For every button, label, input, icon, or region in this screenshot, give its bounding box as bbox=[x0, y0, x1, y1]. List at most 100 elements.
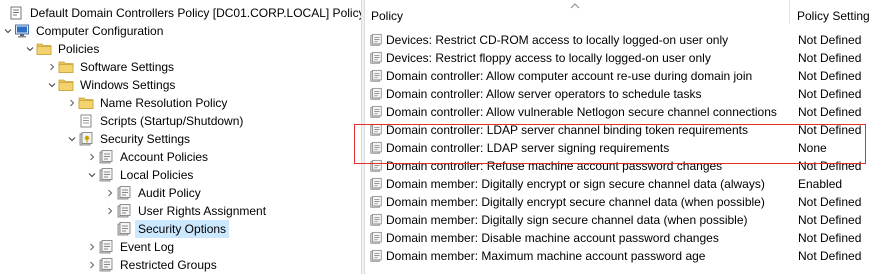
policy-row[interactable]: Domain member: Digitally encrypt or sign… bbox=[365, 175, 879, 193]
tree-item[interactable]: User Rights Assignment bbox=[104, 202, 269, 220]
folder-icon bbox=[78, 95, 94, 111]
policy-name: Domain controller: LDAP server signing r… bbox=[386, 141, 670, 155]
chevron-right-icon[interactable] bbox=[46, 58, 58, 76]
tree-item-label: Audit Policy bbox=[138, 186, 201, 200]
policy-name: Domain member: Digitally encrypt secure … bbox=[386, 195, 765, 209]
policy-name: Domain controller: Allow computer accoun… bbox=[386, 69, 753, 83]
chevron-right-icon[interactable] bbox=[104, 202, 116, 220]
policy-cell: Domain member: Digitally encrypt or sign… bbox=[369, 175, 765, 193]
policy-setting-value: Not Defined bbox=[798, 69, 862, 83]
chevron-down-icon[interactable] bbox=[86, 166, 98, 184]
policy-cell: Domain controller: Allow computer accoun… bbox=[369, 67, 752, 85]
policy-setting-value: Not Defined bbox=[798, 213, 862, 227]
policy-setting-value: Enabled bbox=[798, 177, 843, 191]
policy-setting-value: Not Defined bbox=[798, 51, 862, 65]
folder-icon bbox=[58, 59, 74, 75]
policy-cell: Domain member: Digitally encrypt secure … bbox=[369, 193, 765, 211]
policy-name: Domain member: Digitally sign secure cha… bbox=[386, 213, 748, 227]
policy-row[interactable]: Domain member: Maximum machine account p… bbox=[365, 247, 879, 265]
script-icon bbox=[78, 113, 94, 129]
tree-item-label: Restricted Groups bbox=[120, 258, 217, 272]
policy-setting-icon bbox=[369, 51, 383, 65]
policy-row[interactable]: Domain member: Disable machine account p… bbox=[365, 229, 879, 247]
folder-icon bbox=[36, 41, 52, 57]
tree-item-label: Event Log bbox=[120, 240, 175, 254]
chevron-right-icon[interactable] bbox=[86, 148, 98, 166]
policy-setting-value: Not Defined bbox=[798, 33, 862, 47]
policy-setting-icon bbox=[369, 249, 383, 263]
policy-cell: Devices: Restrict CD-ROM access to local… bbox=[369, 31, 728, 49]
chevron-down-icon[interactable] bbox=[24, 40, 36, 58]
folder-icon bbox=[58, 77, 74, 93]
tree-item[interactable]: Account Policies bbox=[86, 148, 211, 166]
tree-item[interactable]: Restricted Groups bbox=[86, 256, 220, 274]
policy-list: Policy Policy Setting Devices: Restrict … bbox=[365, 0, 879, 274]
tree-item[interactable]: Default Domain Controllers Policy [DC01.… bbox=[0, 4, 361, 22]
policy-setting-icon bbox=[369, 159, 383, 173]
tree-item-label: Computer Configuration bbox=[36, 24, 164, 38]
tree-item[interactable]: Windows Settings bbox=[46, 76, 178, 94]
chevron-right-icon[interactable] bbox=[86, 256, 98, 274]
tree-item[interactable]: Scripts (Startup/Shutdown) bbox=[66, 112, 246, 130]
tree-item-label: Default Domain Controllers Policy [DC01.… bbox=[30, 6, 361, 20]
policy-setting-icon bbox=[369, 69, 383, 83]
policy-name: Domain controller: Refuse machine accoun… bbox=[386, 159, 723, 173]
sort-ascending-icon bbox=[570, 3, 580, 9]
policy-row[interactable]: Devices: Restrict floppy access to local… bbox=[365, 49, 879, 67]
policy-setting-value: Not Defined bbox=[798, 159, 862, 173]
policy-row[interactable]: Domain controller: Allow vulnerable Netl… bbox=[365, 103, 879, 121]
policy-scroll-icon bbox=[8, 5, 24, 21]
policy-row[interactable]: Domain controller: Allow server operator… bbox=[365, 85, 879, 103]
policy-cell: Domain member: Disable machine account p… bbox=[369, 229, 719, 247]
tree-item[interactable]: Event Log bbox=[86, 238, 177, 256]
policy-setting-icon bbox=[369, 213, 383, 227]
policy-cell: Domain controller: LDAP server signing r… bbox=[369, 139, 669, 157]
policy-cell: Domain member: Digitally sign secure cha… bbox=[369, 211, 748, 229]
policy-row[interactable]: Domain controller: Allow computer accoun… bbox=[365, 67, 879, 85]
policy-row[interactable]: Domain controller: LDAP server signing r… bbox=[365, 139, 879, 157]
policy-name: Domain controller: LDAP server channel b… bbox=[386, 123, 748, 137]
chevron-down-icon[interactable] bbox=[66, 130, 78, 148]
policy-row[interactable]: Domain member: Digitally sign secure cha… bbox=[365, 211, 879, 229]
column-header-policy[interactable]: Policy bbox=[365, 0, 790, 24]
policy-name: Domain member: Digitally encrypt or sign… bbox=[386, 177, 765, 191]
chevron-down-icon[interactable] bbox=[46, 76, 58, 94]
policy-cell: Domain controller: Refuse machine accoun… bbox=[369, 157, 722, 175]
tree-item[interactable]: Policies bbox=[24, 40, 102, 58]
policy-name: Devices: Restrict CD-ROM access to local… bbox=[386, 33, 729, 47]
chevron-down-icon[interactable] bbox=[2, 22, 14, 40]
tree-item[interactable]: Name Resolution Policy bbox=[66, 94, 230, 112]
tree-item-label: Account Policies bbox=[120, 150, 209, 164]
tree-item[interactable]: Security Options bbox=[104, 220, 230, 238]
policy-row[interactable]: Domain controller: Refuse machine accoun… bbox=[365, 157, 879, 175]
policy-cell: Devices: Restrict floppy access to local… bbox=[369, 49, 711, 67]
policy-row[interactable]: Domain member: Digitally encrypt secure … bbox=[365, 193, 879, 211]
policy-folder-icon bbox=[98, 257, 114, 273]
chevron-right-icon[interactable] bbox=[86, 238, 98, 256]
chevron-right-icon[interactable] bbox=[66, 94, 78, 112]
policy-name: Domain controller: Allow vulnerable Netl… bbox=[386, 105, 777, 119]
policy-cell: Domain controller: Allow vulnerable Netl… bbox=[369, 103, 777, 121]
tree-item[interactable]: Computer Configuration bbox=[2, 22, 166, 40]
policy-row[interactable]: Devices: Restrict CD-ROM access to local… bbox=[365, 31, 879, 49]
policy-row[interactable]: Domain controller: LDAP server channel b… bbox=[365, 121, 879, 139]
tree-item[interactable]: Software Settings bbox=[46, 58, 177, 76]
column-header-setting-label: Policy Setting bbox=[797, 9, 870, 23]
tree-item-label: Policies bbox=[58, 42, 100, 56]
column-header-setting[interactable]: Policy Setting bbox=[791, 0, 879, 24]
tree-item-label: Local Policies bbox=[120, 168, 194, 182]
policy-setting-value: Not Defined bbox=[798, 105, 862, 119]
policy-cell: Domain controller: LDAP server channel b… bbox=[369, 121, 748, 139]
tree-item[interactable]: Security Settings bbox=[66, 130, 193, 148]
policy-setting-icon bbox=[369, 195, 383, 209]
chevron-right-icon[interactable] bbox=[104, 184, 116, 202]
tree-item[interactable]: Local Policies bbox=[86, 166, 196, 184]
policy-cell: Domain controller: Allow server operator… bbox=[369, 85, 701, 103]
policy-name: Devices: Restrict floppy access to local… bbox=[386, 51, 711, 65]
tree-item-label: Scripts (Startup/Shutdown) bbox=[100, 114, 244, 128]
tree-item-label: Windows Settings bbox=[80, 78, 176, 92]
policy-setting-value: Not Defined bbox=[798, 195, 862, 209]
tree-item[interactable]: Audit Policy bbox=[104, 184, 204, 202]
policy-name: Domain member: Disable machine account p… bbox=[386, 231, 719, 245]
